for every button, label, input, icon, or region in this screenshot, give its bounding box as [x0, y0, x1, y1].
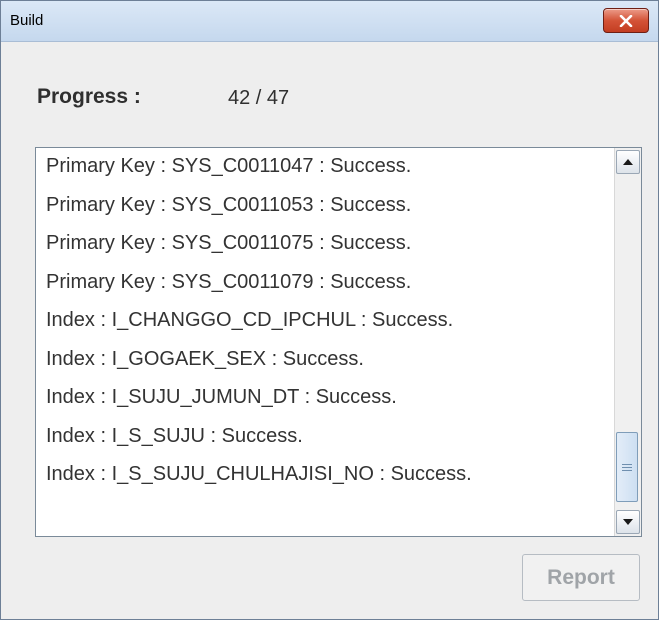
log-entry: Index : I_CHANGGO_CD_IPCHUL : Success.	[46, 309, 454, 331]
log-entry: Primary Key : SYS_C0011047 : Success.	[46, 155, 412, 177]
log-entry: Primary Key : SYS_C0011053 : Success.	[46, 193, 412, 216]
window-title: Build	[10, 12, 44, 29]
scroll-thumb[interactable]	[616, 432, 638, 502]
log-entry: Index : I_S_SUJU_CHULHAJISI_NO : Success…	[46, 463, 472, 485]
arrow-down-icon	[623, 519, 633, 525]
scroll-down-button[interactable]	[616, 510, 640, 534]
log-entry: Index : I_GOGAEK_SEX : Success.	[46, 347, 364, 370]
grip-icon	[622, 462, 632, 473]
title-bar[interactable]: Build	[1, 1, 658, 42]
log-entry: Primary Key : SYS_C0011075 : Success.	[46, 232, 412, 254]
vertical-scrollbar[interactable]	[614, 148, 641, 536]
close-button[interactable]	[603, 8, 649, 33]
log-entry: Index : I_S_SUJU : Success.	[46, 424, 303, 447]
report-button[interactable]: Report	[522, 554, 640, 601]
log-entry: Index : I_SUJU_JUMUN_DT : Success.	[46, 386, 397, 408]
arrow-up-icon	[623, 159, 633, 165]
close-icon	[619, 14, 633, 27]
log-entries: Primary Key : SYS_C0011047 : Success. Pri…	[46, 150, 611, 497]
scroll-up-button[interactable]	[616, 150, 640, 174]
build-log-list[interactable]: Primary Key : SYS_C0011047 : Success. Pri…	[35, 147, 642, 537]
progress-value: 42 / 47	[228, 87, 290, 109]
progress-label: Progress :	[37, 85, 141, 108]
log-entry: Primary Key : SYS_C0011079 : Success.	[46, 270, 412, 293]
build-dialog: Build Progress : 42 / 47 Primary Key : S…	[0, 0, 659, 620]
